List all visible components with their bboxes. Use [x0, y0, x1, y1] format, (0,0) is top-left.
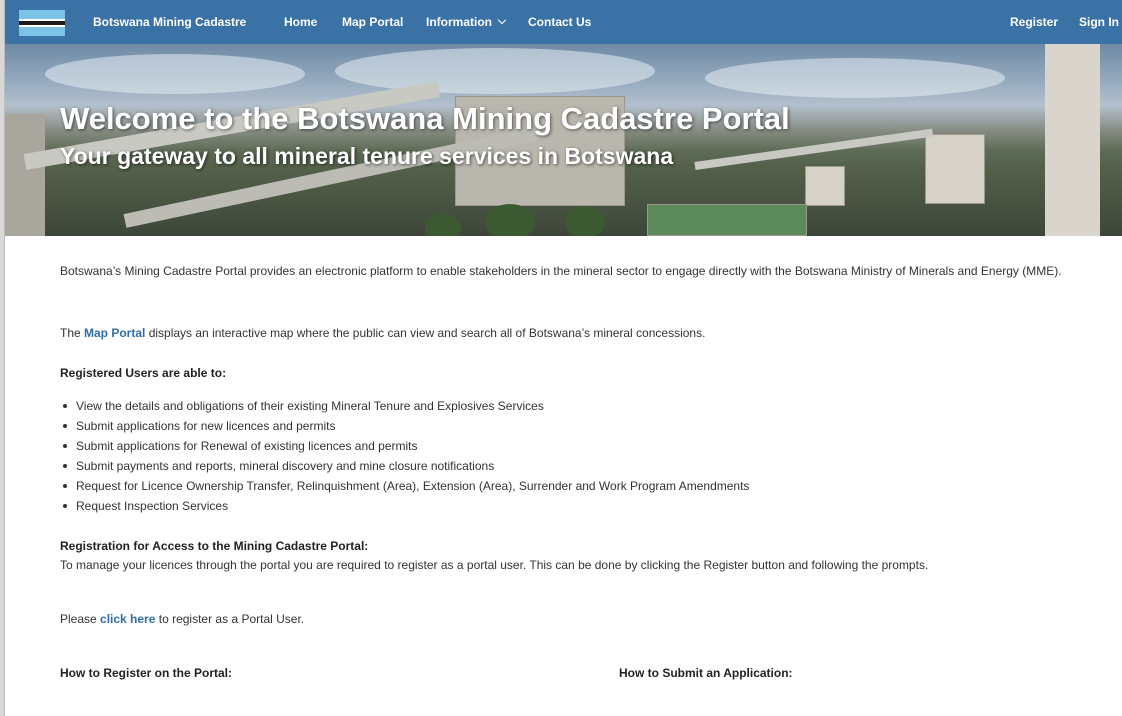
register-prompt: Please click here to register as a Porta… — [60, 610, 304, 629]
list-item: Submit applications for Renewal of exist… — [60, 436, 749, 456]
map-suffix-text: displays an interactive map where the pu… — [145, 326, 706, 340]
list-item: Submit payments and reports, mineral dis… — [60, 456, 749, 476]
banner-cloud — [335, 48, 655, 94]
list-item: Submit applications for new licences and… — [60, 416, 749, 436]
how-to-register-heading: How to Register on the Portal: — [60, 666, 233, 680]
map-prefix-text: The — [60, 326, 85, 340]
nav-map-portal[interactable]: Map Portal — [342, 15, 403, 29]
banner-title: Welcome to the Botswana Mining Cadastre … — [60, 101, 790, 136]
banner-tree — [425, 214, 461, 236]
nav-home[interactable]: Home — [284, 15, 317, 29]
banner-building — [925, 134, 985, 204]
map-portal-link[interactable]: Map Portal — [84, 326, 145, 340]
how-to-submit-heading: How to Submit an Application: — [619, 666, 793, 680]
registered-users-heading: Registered Users are able to: — [60, 366, 227, 380]
nav-sign-in[interactable]: Sign In — [1079, 15, 1119, 29]
registration-access-heading: Registration for Access to the Mining Ca… — [60, 539, 369, 553]
registration-access-text: To manage your licences through the port… — [60, 558, 929, 572]
hero-banner: Welcome to the Botswana Mining Cadastre … — [5, 44, 1122, 236]
please-suffix-text: to register as a Portal User. — [155, 612, 305, 626]
banner-tree — [565, 206, 605, 236]
banner-tree — [485, 204, 535, 236]
please-prefix-text: Please — [60, 612, 101, 626]
nav-contact-us[interactable]: Contact Us — [528, 15, 591, 29]
banner-building — [805, 166, 845, 206]
nav-information-dropdown[interactable]: Information — [426, 15, 507, 29]
banner-tower — [1045, 44, 1100, 236]
list-item: Request for Licence Ownership Transfer, … — [60, 476, 749, 496]
banner-cloud — [45, 54, 305, 94]
list-item: View the details and obligations of thei… — [60, 396, 749, 416]
map-portal-paragraph: The Map Portal displays an interactive m… — [60, 324, 705, 343]
banner-green-shed — [647, 204, 807, 236]
brand-link[interactable]: Botswana Mining Cadastre — [93, 15, 246, 29]
banner-cloud — [705, 58, 1005, 98]
top-navbar: Botswana Mining Cadastre Home Map Portal… — [5, 0, 1122, 44]
nav-information-label: Information — [426, 15, 492, 29]
list-item: Request Inspection Services — [60, 496, 749, 516]
banner-tower — [5, 114, 45, 236]
click-here-link[interactable]: click here — [100, 612, 155, 626]
chevron-down-icon — [497, 15, 507, 25]
flag-white-stripe-bottom — [19, 25, 65, 27]
banner-subtitle: Your gateway to all mineral tenure servi… — [60, 143, 674, 169]
registered-users-list: View the details and obligations of thei… — [60, 396, 749, 516]
nav-register[interactable]: Register — [1010, 15, 1058, 29]
botswana-flag-logo[interactable] — [19, 10, 65, 36]
intro-paragraph: Botswana’s Mining Cadastre Portal provid… — [60, 264, 1062, 278]
